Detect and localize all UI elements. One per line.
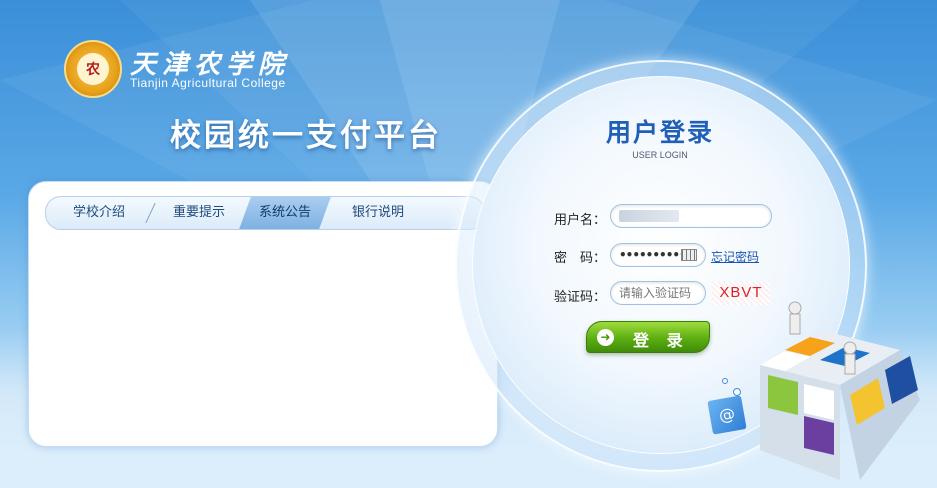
- login-subtitle: USER LOGIN: [632, 150, 688, 160]
- at-sign-icon: @: [707, 395, 747, 435]
- seal-emblem: 农: [77, 53, 109, 85]
- arrow-circle-icon: ➜: [597, 329, 614, 346]
- username-label: 用户名：: [553, 213, 606, 228]
- login-button-label: 登 录: [633, 331, 689, 350]
- password-field[interactable]: •••••••••••: [610, 243, 706, 267]
- tab-content-area: [45, 238, 485, 434]
- login-title: 用户登录: [605, 118, 714, 147]
- tab-label: 重要提示: [173, 205, 226, 220]
- info-panel: 学校介绍 重要提示 系统公告 银行说明: [28, 181, 498, 447]
- tab-label: 银行说明: [352, 205, 405, 220]
- tab-school-intro[interactable]: 学校介绍: [73, 197, 125, 229]
- tab-important-notice[interactable]: 重要提示: [173, 197, 225, 229]
- college-seal: 农: [64, 40, 122, 98]
- tab-label: 学校介绍: [73, 205, 126, 220]
- bubble-decoration: [733, 388, 741, 396]
- tab-bar: 学校介绍 重要提示 系统公告 银行说明: [45, 196, 485, 230]
- keyboard-icon[interactable]: [681, 249, 697, 261]
- college-name-en: Tianjin Agricultural College: [130, 76, 286, 90]
- username-masked-value: [619, 210, 679, 222]
- captcha-label: 验证码：: [553, 290, 606, 305]
- tab-separator: [145, 203, 156, 223]
- forgot-password-link[interactable]: 忘记密码: [711, 248, 759, 265]
- username-field[interactable]: [610, 204, 772, 228]
- platform-title: 校园统一支付平台: [170, 118, 442, 154]
- bubble-decoration: [722, 378, 728, 384]
- tab-system-announcement[interactable]: 系统公告: [239, 197, 331, 229]
- password-label: 密 码：: [553, 251, 606, 266]
- college-logo: 农 天津农学院 Tianjin Agricultural College: [64, 40, 304, 100]
- login-button[interactable]: ➜ 登 录: [586, 321, 710, 353]
- tab-label: 系统公告: [259, 205, 312, 220]
- tab-bank-instructions[interactable]: 银行说明: [352, 197, 404, 229]
- captcha-input[interactable]: 请输入验证码: [610, 281, 706, 305]
